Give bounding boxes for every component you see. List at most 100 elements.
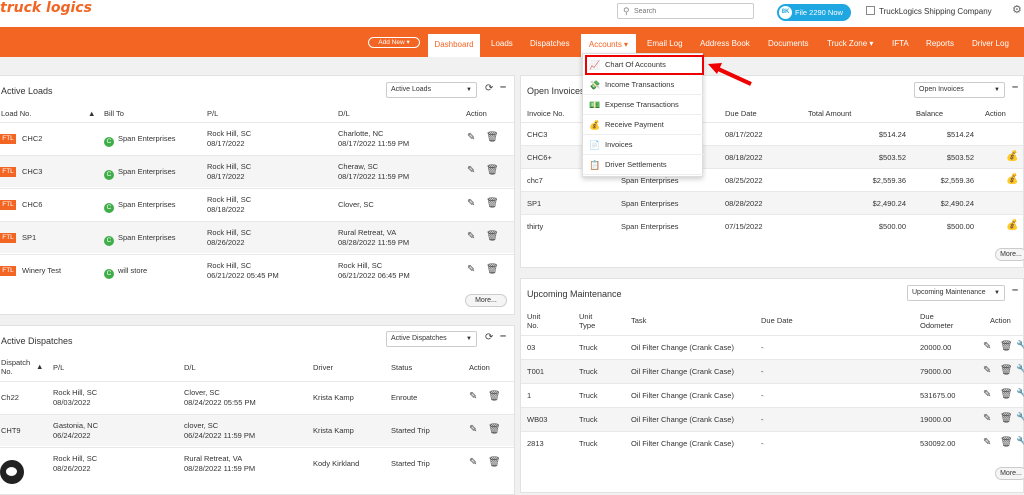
tab-email-log[interactable]: Email Log: [647, 39, 683, 48]
unit-no[interactable]: 1: [527, 391, 531, 401]
col-balance[interactable]: Balance: [916, 109, 943, 118]
table-row[interactable]: FTL CHC3 C Span Enterprises Rock Hill, SC…: [0, 155, 514, 187]
table-row[interactable]: thirty Span Enterprises 07/15/2022 $500.…: [521, 214, 1023, 237]
table-row[interactable]: Ch22 Rock Hill, SC 08/03/2022 Clover, SC…: [0, 381, 514, 413]
upcoming-maintenance-select[interactable]: Upcoming Maintenance ▼: [907, 285, 1005, 301]
wrench-icon[interactable]: 🔧: [1016, 437, 1024, 448]
trash-icon[interactable]: 🗑: [488, 391, 501, 402]
load-no[interactable]: CHC2: [22, 134, 42, 144]
receive-payment-icon[interactable]: 💰: [1006, 220, 1018, 231]
edit-icon[interactable]: ✎: [983, 341, 991, 352]
chat-widget-button[interactable]: [0, 460, 24, 484]
add-new-button[interactable]: Add New ▾: [368, 37, 420, 48]
refresh-icon[interactable]: ⟳: [485, 83, 493, 94]
col-unit-no[interactable]: Unit No.: [527, 312, 551, 330]
open-invoices-select[interactable]: Open Invoices ▼: [914, 82, 1005, 98]
table-row[interactable]: FTL CHC6 C Span Enterprises Rock Hill, SC…: [0, 188, 514, 220]
col-status[interactable]: Status: [391, 363, 412, 372]
truck-logics-logo[interactable]: truck logics: [0, 0, 92, 27]
table-row[interactable]: 1 Truck Oil Filter Change (Crank Case) -…: [521, 383, 1024, 407]
unit-no[interactable]: T001: [527, 367, 544, 377]
collapse-icon[interactable]: –: [1012, 284, 1018, 296]
tab-truck-zone[interactable]: Truck Zone ▾: [827, 39, 873, 48]
edit-icon[interactable]: ✎: [467, 231, 475, 242]
trash-icon[interactable]: 🗑: [486, 132, 499, 143]
edit-icon[interactable]: ✎: [467, 264, 475, 275]
col-due-date[interactable]: Due Date: [725, 109, 757, 118]
edit-icon[interactable]: ✎: [983, 437, 991, 448]
load-no[interactable]: Winery Test: [22, 266, 61, 276]
col-dispatch-no[interactable]: Dispatch No.: [1, 358, 35, 376]
trash-icon[interactable]: 🗑: [1000, 341, 1013, 352]
trash-icon[interactable]: 🗑: [486, 165, 499, 176]
dispatch-no[interactable]: Ch22: [1, 393, 19, 403]
table-row[interactable]: Rock Hill, SC 08/26/2022 Rural Retreat, …: [0, 447, 514, 479]
table-row[interactable]: FTL Winery Test Cwill store Rock Hill, S…: [0, 254, 514, 286]
trash-icon[interactable]: 🗑: [1000, 413, 1013, 424]
search-input[interactable]: [634, 6, 749, 17]
trash-icon[interactable]: 🗑: [1000, 389, 1013, 400]
invoice-no[interactable]: CHC3: [527, 130, 547, 140]
edit-icon[interactable]: ✎: [467, 132, 475, 143]
table-row[interactable]: T001 Truck Oil Filter Change (Crank Case…: [521, 359, 1024, 383]
edit-icon[interactable]: ✎: [983, 365, 991, 376]
tab-ifta[interactable]: IFTA: [892, 39, 909, 48]
trash-icon[interactable]: 🗑: [1000, 437, 1013, 448]
unit-no[interactable]: 2813: [527, 439, 544, 449]
company-selector[interactable]: TruckLogics Shipping Company: [866, 6, 992, 16]
load-no[interactable]: CHC6: [22, 200, 42, 210]
active-loads-select[interactable]: Active Loads ▼: [386, 82, 477, 98]
tab-dashboard[interactable]: Dashboard: [428, 34, 480, 57]
invoice-no[interactable]: chc7: [527, 176, 543, 186]
trash-icon[interactable]: 🗑: [486, 264, 499, 275]
table-row[interactable]: CHT9 Gastonia, NC 06/24/2022 clover, SC …: [0, 414, 514, 446]
sort-icon[interactable]: ▲: [36, 362, 43, 371]
wrench-icon[interactable]: 🔧: [1016, 341, 1024, 352]
gear-icon[interactable]: ⚙: [1012, 3, 1022, 16]
trash-icon[interactable]: 🗑: [488, 424, 501, 435]
collapse-icon[interactable]: –: [500, 330, 506, 342]
table-row[interactable]: 03 Truck Oil Filter Change (Crank Case) …: [521, 335, 1024, 359]
col-task[interactable]: Task: [631, 316, 646, 325]
trash-icon[interactable]: 🗑: [486, 198, 499, 209]
col-driver[interactable]: Driver: [313, 363, 333, 372]
invoice-no[interactable]: SP1: [527, 199, 541, 209]
unit-no[interactable]: WB03: [527, 415, 547, 425]
tab-reports[interactable]: Reports: [926, 39, 954, 48]
file-2290-button[interactable]: 8K File 2290 Now: [777, 4, 851, 21]
tab-documents[interactable]: Documents: [768, 39, 808, 48]
table-row[interactable]: FTL SP1 C Span Enterprises Rock Hill, SC …: [0, 221, 514, 253]
tab-driver-log[interactable]: Driver Log: [972, 39, 1009, 48]
col-due-odometer[interactable]: Due Odometer: [920, 312, 964, 330]
edit-icon[interactable]: ✎: [467, 198, 475, 209]
receive-payment-icon[interactable]: 💰: [1006, 151, 1018, 162]
col-load-no[interactable]: Load No.: [1, 109, 31, 118]
load-no[interactable]: SP1: [22, 233, 36, 243]
invoice-no[interactable]: thirty: [527, 222, 543, 232]
more-button[interactable]: More...: [465, 294, 507, 307]
unit-no[interactable]: 03: [527, 343, 535, 353]
menu-item-driver-settlements[interactable]: 📋 Driver Settlements: [583, 155, 704, 175]
tab-dispatches[interactable]: Dispatches: [530, 39, 570, 48]
invoice-no[interactable]: CHC6+: [527, 153, 552, 163]
edit-icon[interactable]: ✎: [983, 389, 991, 400]
trash-icon[interactable]: 🗑: [486, 231, 499, 242]
table-row[interactable]: SP1 Span Enterprises 08/28/2022 $2,490.2…: [521, 191, 1023, 214]
col-unit-type[interactable]: Unit Type: [579, 312, 603, 330]
edit-icon[interactable]: ✎: [467, 165, 475, 176]
load-no[interactable]: CHC3: [22, 167, 42, 177]
trash-icon[interactable]: 🗑: [1000, 365, 1013, 376]
col-dl[interactable]: D/L: [338, 109, 350, 118]
refresh-icon[interactable]: ⟳: [485, 332, 493, 343]
col-bill-to[interactable]: Bill To: [104, 109, 124, 118]
table-row[interactable]: WB03 Truck Oil Filter Change (Crank Case…: [521, 407, 1024, 431]
edit-icon[interactable]: ✎: [469, 424, 477, 435]
col-dl[interactable]: D/L: [184, 363, 196, 372]
receive-payment-icon[interactable]: 💰: [1006, 174, 1018, 185]
edit-icon[interactable]: ✎: [983, 413, 991, 424]
col-total-amount[interactable]: Total Amount: [808, 109, 851, 118]
trash-icon[interactable]: 🗑: [488, 457, 501, 468]
table-row[interactable]: FTL CHC2 C Span Enterprises Rock Hill, SC…: [0, 122, 514, 154]
dispatch-no[interactable]: CHT9: [1, 426, 21, 436]
collapse-icon[interactable]: –: [1012, 81, 1018, 93]
